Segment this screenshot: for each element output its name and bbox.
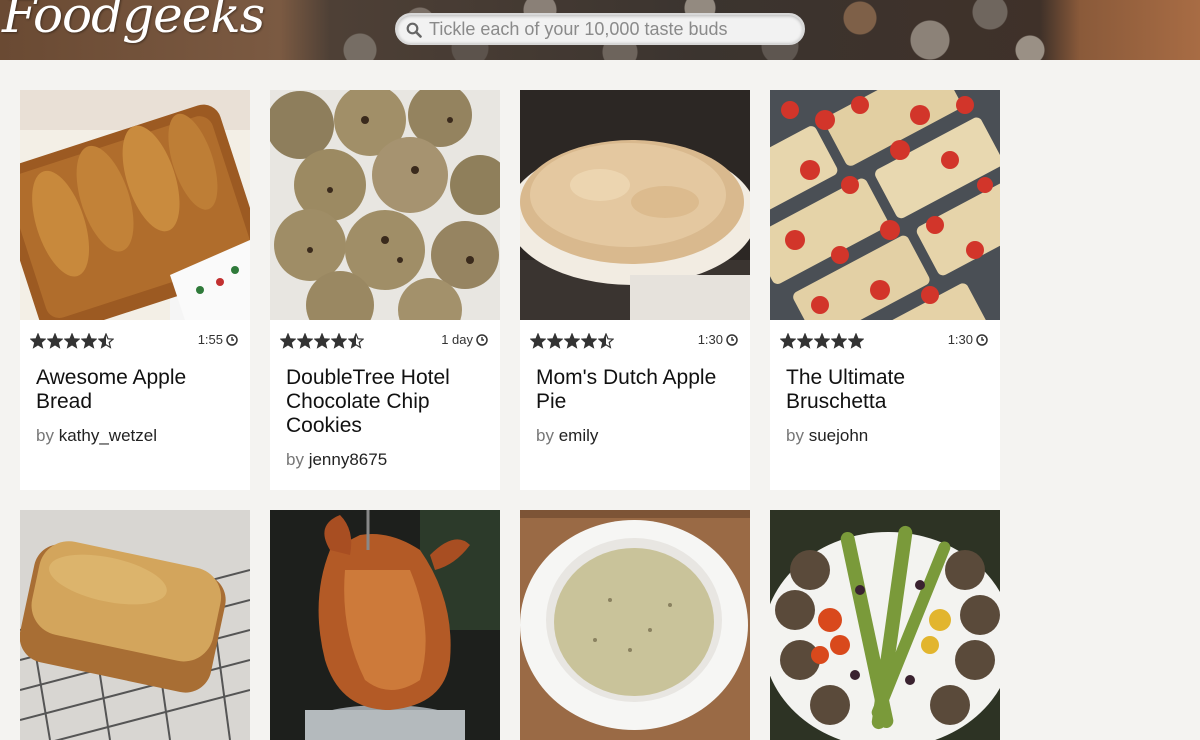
star-full-icon (848, 333, 864, 349)
recipe-author: by jenny8675 (270, 438, 500, 470)
recipe-image[interactable] (770, 90, 1000, 320)
recipe-card[interactable] (270, 510, 500, 740)
recipe-image[interactable] (20, 510, 250, 740)
recipe-title[interactable]: The Ultimate Bruschetta (770, 356, 1000, 414)
cook-time: 1:55 (198, 332, 238, 347)
recipe-card[interactable]: 1:30 The Ultimate Bruschetta by suejohn (770, 90, 1000, 490)
star-full-icon (81, 333, 97, 349)
recipe-card[interactable]: 1 day DoubleTree Hotel Chocolate Chip Co… (270, 90, 500, 490)
cook-time: 1 day (441, 332, 488, 347)
by-label: by (536, 426, 554, 445)
recipe-author: by emily (520, 414, 750, 446)
author-name[interactable]: suejohn (809, 426, 869, 445)
search-icon (406, 22, 422, 38)
author-name[interactable]: kathy_wetzel (59, 426, 157, 445)
by-label: by (786, 426, 804, 445)
clock-icon (226, 333, 238, 346)
star-full-icon (814, 333, 830, 349)
recipe-author: by kathy_wetzel (20, 414, 250, 446)
cook-time-value: 1 day (441, 332, 473, 347)
recipe-image[interactable] (270, 510, 500, 740)
recipe-image[interactable] (270, 90, 500, 320)
star-full-icon (314, 333, 330, 349)
recipe-card[interactable] (520, 510, 750, 740)
site-header: Foodgeeks (0, 0, 1200, 60)
star-half-icon (598, 333, 614, 349)
rating-stars (30, 333, 114, 349)
recipe-author: by suejohn (770, 414, 1000, 446)
recipe-image[interactable] (20, 90, 250, 320)
rating-stars (530, 333, 614, 349)
star-half-icon (98, 333, 114, 349)
star-full-icon (780, 333, 796, 349)
cook-time: 1:30 (698, 332, 738, 347)
author-name[interactable]: jenny8675 (309, 450, 387, 469)
star-full-icon (30, 333, 46, 349)
site-logo[interactable]: Foodgeeks (2, 0, 265, 44)
rating-stars (280, 333, 364, 349)
recipe-title[interactable]: Mom's Dutch Apple Pie (520, 356, 750, 414)
recipe-card[interactable]: 1:30 Mom's Dutch Apple Pie by emily (520, 90, 750, 490)
star-full-icon (64, 333, 80, 349)
cook-time: 1:30 (948, 332, 988, 347)
search-input[interactable] (429, 15, 797, 43)
rating-stars (780, 333, 864, 349)
recipe-card[interactable] (770, 510, 1000, 740)
recipe-card[interactable]: 1:55 Awesome Apple Bread by kathy_wetzel (20, 90, 250, 490)
clock-icon (976, 333, 988, 346)
by-label: by (286, 450, 304, 469)
recipe-title[interactable]: Awesome Apple Bread (20, 356, 250, 414)
recipe-title[interactable]: DoubleTree Hotel Chocolate Chip Cookies (270, 356, 500, 438)
clock-icon (476, 333, 488, 346)
by-label: by (36, 426, 54, 445)
recipe-image[interactable] (520, 90, 750, 320)
search-bar[interactable] (395, 13, 805, 45)
star-full-icon (331, 333, 347, 349)
cook-time-value: 1:55 (197, 332, 223, 347)
star-full-icon (297, 333, 313, 349)
author-name[interactable]: emily (559, 426, 599, 445)
star-full-icon (581, 333, 597, 349)
recipe-image[interactable] (520, 510, 750, 740)
star-half-icon (348, 333, 364, 349)
star-full-icon (280, 333, 296, 349)
star-full-icon (564, 333, 580, 349)
star-full-icon (47, 333, 63, 349)
recipe-card[interactable] (20, 510, 250, 740)
star-full-icon (797, 333, 813, 349)
cook-time-value: 1:30 (697, 332, 723, 347)
recipe-image[interactable] (770, 510, 1000, 740)
star-full-icon (530, 333, 546, 349)
cook-time-value: 1:30 (947, 332, 973, 347)
star-full-icon (831, 333, 847, 349)
clock-icon (726, 333, 738, 346)
star-full-icon (547, 333, 563, 349)
